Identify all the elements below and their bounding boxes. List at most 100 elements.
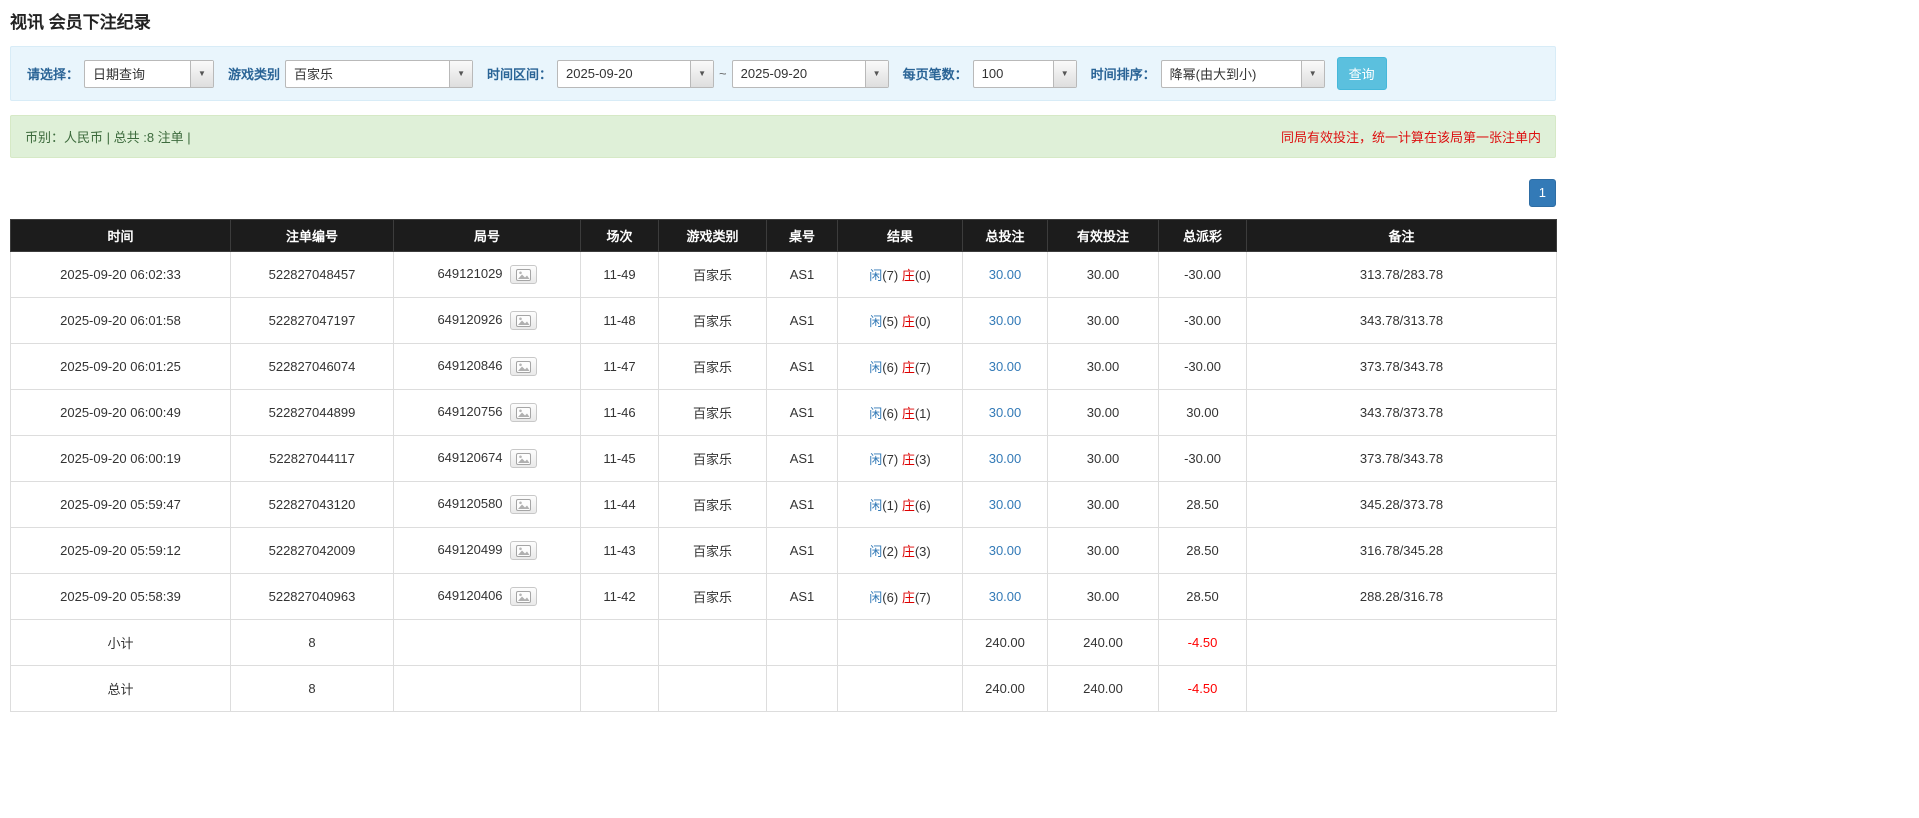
cell-result: 闲(2) 庄(3) xyxy=(837,526,963,574)
sort-order-dropdown[interactable]: 降幂(由大到小) ▼ xyxy=(1160,59,1325,88)
round-id-text: 649120580 xyxy=(437,495,503,511)
cell-session: 11-46 xyxy=(580,388,659,436)
cell-bet-id: 522827042009 xyxy=(230,526,394,574)
result-banker-label: 庄 xyxy=(901,451,915,467)
cell-game-type: 百家乐 xyxy=(658,342,767,390)
cell-time: 2025-09-20 06:00:49 xyxy=(10,388,231,436)
query-type-dropdown[interactable]: 日期查询 ▼ xyxy=(84,59,215,88)
cell-session: 11-49 xyxy=(580,250,659,298)
cell-time: 2025-09-20 05:58:39 xyxy=(10,572,231,620)
cell-round-id: 649120926 xyxy=(393,296,581,344)
cell-round-id: 649120580 xyxy=(393,480,581,528)
game-type-dropdown[interactable]: 百家乐 ▼ xyxy=(285,59,474,88)
result-banker-score: (3) xyxy=(914,451,931,467)
cell-payout: -30.00 xyxy=(1158,342,1247,390)
round-id-text: 649120926 xyxy=(437,311,503,327)
view-cards-button[interactable] xyxy=(509,264,537,284)
page-size-value: 100 xyxy=(981,66,1004,81)
cell-total-bet: 30.00 xyxy=(962,572,1048,620)
cell-result: 闲(1) 庄(6) xyxy=(837,480,963,528)
cell-result: 闲(6) 庄(1) xyxy=(837,388,963,436)
cell-bet-id: 522827044899 xyxy=(230,388,394,436)
cell-payout: 28.50 xyxy=(1158,526,1247,574)
cell-round-id: 649120756 xyxy=(393,388,581,436)
result-banker-label: 庄 xyxy=(901,589,915,605)
cell-remark: 345.28/373.78 xyxy=(1246,480,1557,528)
date-to-dropdown[interactable]: 2025-09-20 ▼ xyxy=(731,59,889,88)
cell-payout: 28.50 xyxy=(1158,480,1247,528)
result-banker-label: 庄 xyxy=(901,313,915,329)
result-player-score: (7) xyxy=(882,451,899,467)
game-type-label: 游戏类别 xyxy=(228,67,281,82)
total-payout: -4.50 xyxy=(1158,664,1247,712)
cell-total-bet: 30.00 xyxy=(962,434,1048,482)
round-id-text: 649120406 xyxy=(437,587,503,603)
subtotal-row: 小计 8 240.00 240.00 -4.50 xyxy=(10,618,1557,666)
col-header-game-type: 游戏类别 xyxy=(658,218,767,252)
table-body: 2025-09-20 06:02:33 522827048457 6491210… xyxy=(10,250,1557,620)
cell-time: 2025-09-20 06:01:25 xyxy=(10,342,231,390)
col-header-session: 场次 xyxy=(580,218,659,252)
currency-total-text: 币别：人民币 | 总共 :8 注单 | xyxy=(25,130,191,145)
result-player-label: 闲 xyxy=(869,313,883,329)
col-header-payout: 总派彩 xyxy=(1158,218,1247,252)
total-bet-link[interactable]: 30.00 xyxy=(989,405,1022,420)
result-banker-score: (3) xyxy=(914,543,931,559)
view-cards-button[interactable] xyxy=(509,402,537,422)
cell-valid-bet: 30.00 xyxy=(1047,434,1159,482)
total-bet-link[interactable]: 30.00 xyxy=(989,313,1022,328)
cell-session: 11-44 xyxy=(580,480,659,528)
result-player-label: 闲 xyxy=(869,359,883,375)
cell-total-bet: 30.00 xyxy=(962,480,1048,528)
cell-table-no: AS1 xyxy=(766,434,838,482)
cell-payout: -30.00 xyxy=(1158,250,1247,298)
total-bet-link[interactable]: 30.00 xyxy=(989,543,1022,558)
chevron-down-icon[interactable]: ▼ xyxy=(690,60,714,87)
chevron-down-icon[interactable]: ▼ xyxy=(1052,60,1076,87)
cell-remark: 373.78/343.78 xyxy=(1246,434,1557,482)
cell-round-id: 649120846 xyxy=(393,342,581,390)
subtotal-label: 小计 xyxy=(10,618,231,666)
page-size-dropdown[interactable]: 100 ▼ xyxy=(972,59,1077,88)
chevron-down-icon[interactable]: ▼ xyxy=(1300,60,1324,87)
cell-time: 2025-09-20 05:59:47 xyxy=(10,480,231,528)
view-cards-button[interactable] xyxy=(509,356,537,376)
result-player-score: (6) xyxy=(882,405,899,421)
total-bet-link[interactable]: 30.00 xyxy=(989,497,1022,512)
view-cards-button[interactable] xyxy=(509,448,537,468)
total-bet-link[interactable]: 30.00 xyxy=(989,451,1022,466)
summary-bar: 币别：人民币 | 总共 :8 注单 | 同局有效投注，统一计算在该局第一张注单内 xyxy=(10,115,1556,158)
cell-time: 2025-09-20 06:01:58 xyxy=(10,296,231,344)
page-1-button[interactable]: 1 xyxy=(1528,179,1556,207)
view-cards-button[interactable] xyxy=(509,310,537,330)
cell-payout: -30.00 xyxy=(1158,434,1247,482)
total-bet-link[interactable]: 30.00 xyxy=(989,589,1022,604)
chevron-down-icon[interactable]: ▼ xyxy=(190,60,214,87)
cell-table-no: AS1 xyxy=(766,572,838,620)
result-player-label: 闲 xyxy=(869,497,883,513)
result-banker-label: 庄 xyxy=(901,267,915,283)
total-bet-link[interactable]: 30.00 xyxy=(989,267,1022,282)
cell-table-no: AS1 xyxy=(766,388,838,436)
search-button[interactable]: 查询 xyxy=(1336,57,1387,90)
result-banker-label: 庄 xyxy=(901,359,915,375)
image-icon xyxy=(515,544,531,557)
chevron-down-icon[interactable]: ▼ xyxy=(449,60,473,87)
view-cards-button[interactable] xyxy=(509,540,537,560)
total-bet-link[interactable]: 30.00 xyxy=(989,359,1022,374)
cell-round-id: 649120674 xyxy=(393,434,581,482)
image-icon xyxy=(515,314,531,327)
view-cards-button[interactable] xyxy=(509,586,537,606)
cell-table-no: AS1 xyxy=(766,250,838,298)
result-player-label: 闲 xyxy=(869,267,883,283)
filter-bar: 请选择： 日期查询 ▼ 游戏类别 百家乐 ▼ 时间区间： 2025-09-20 … xyxy=(10,46,1556,101)
subtotal-total-bet: 240.00 xyxy=(962,618,1048,666)
result-player-score: (6) xyxy=(882,359,899,375)
result-banker-label: 庄 xyxy=(901,543,915,559)
date-from-dropdown[interactable]: 2025-09-20 ▼ xyxy=(557,59,715,88)
chevron-down-icon[interactable]: ▼ xyxy=(864,60,888,87)
cell-game-type: 百家乐 xyxy=(658,296,767,344)
page-container: 视讯 会员下注纪录 请选择： 日期查询 ▼ 游戏类别 百家乐 ▼ 时间区间： 2… xyxy=(0,0,1566,818)
table-row: 2025-09-20 05:59:47 522827043120 6491205… xyxy=(10,480,1557,528)
view-cards-button[interactable] xyxy=(509,494,537,514)
